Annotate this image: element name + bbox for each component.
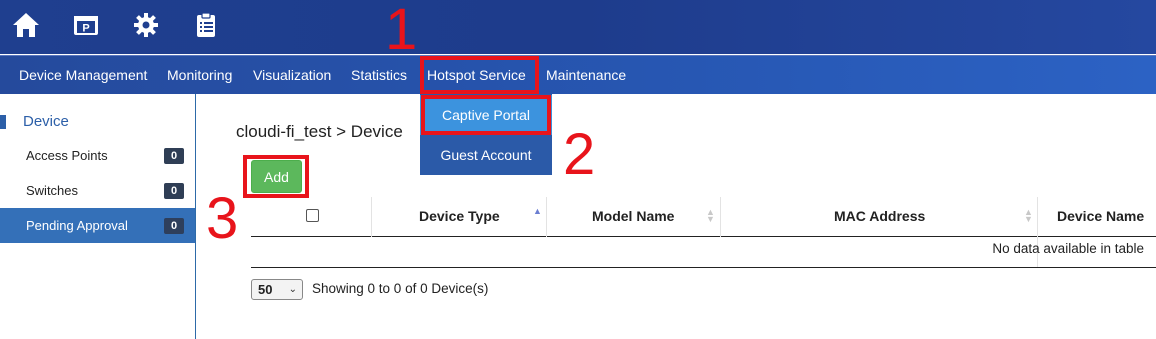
gear-icon[interactable] bbox=[131, 10, 161, 40]
sort-ascending-icon[interactable]: ▲ bbox=[533, 207, 542, 216]
count-badge: 0 bbox=[164, 148, 184, 164]
svg-text:P: P bbox=[82, 23, 89, 35]
column-divider bbox=[371, 197, 372, 237]
home-icon[interactable] bbox=[11, 10, 41, 40]
sidebar-item-switches[interactable]: Switches 0 bbox=[0, 173, 195, 208]
breadcrumb: cloudi-fi_test > Device bbox=[236, 122, 403, 141]
column-header-device-name[interactable]: Device Name bbox=[1057, 197, 1144, 237]
annotation-number-3: 3 bbox=[206, 186, 239, 251]
column-header-mac-address[interactable]: MAC Address bbox=[834, 197, 925, 237]
sidebar-item-pending-approval[interactable]: Pending Approval 0 bbox=[0, 208, 195, 243]
top-icon-bar: P bbox=[0, 0, 1156, 54]
select-all-checkbox[interactable] bbox=[306, 209, 319, 222]
count-badge: 0 bbox=[164, 218, 184, 234]
annotation-number-2: 2 bbox=[563, 122, 596, 187]
app-root: P Device Management Monitoring Visualiza… bbox=[0, 0, 1156, 339]
column-divider bbox=[1037, 197, 1038, 237]
sidebar-item-label: Switches bbox=[26, 183, 79, 198]
table-info: Showing 0 to 0 of 0 Device(s) bbox=[312, 281, 489, 296]
column-divider bbox=[546, 197, 547, 237]
table-empty-row: No data available in table bbox=[251, 237, 1156, 268]
clipboard-icon[interactable] bbox=[191, 10, 221, 40]
menu-item-guest-account[interactable]: Guest Account bbox=[420, 135, 552, 175]
nav-maintenance[interactable]: Maintenance bbox=[546, 56, 626, 95]
page-size-select[interactable]: 50 ⌄ bbox=[251, 279, 303, 300]
nav-device-management[interactable]: Device Management bbox=[19, 56, 147, 95]
nav-visualization[interactable]: Visualization bbox=[253, 56, 331, 95]
page-size-value: 50 bbox=[258, 282, 273, 297]
table-header: Device Type ▲ Model Name ▲ ▼ MAC Address … bbox=[251, 197, 1156, 237]
empty-table-message: No data available in table bbox=[992, 241, 1144, 256]
sidebar-item-access-points[interactable]: Access Points 0 bbox=[0, 138, 195, 173]
chevron-down-icon: ⌄ bbox=[288, 284, 297, 295]
column-header-device-type[interactable]: Device Type bbox=[419, 197, 500, 237]
annotation-number-1: 1 bbox=[385, 0, 418, 62]
annotation-box-1 bbox=[420, 56, 539, 94]
nav-monitoring[interactable]: Monitoring bbox=[167, 56, 232, 95]
sort-both-icon[interactable]: ▲ ▼ bbox=[706, 208, 715, 224]
column-header-model-name[interactable]: Model Name bbox=[592, 197, 674, 237]
parking-icon[interactable]: P bbox=[71, 10, 101, 40]
column-divider bbox=[720, 197, 721, 237]
sidebar-item-label: Access Points bbox=[26, 148, 108, 163]
count-badge: 0 bbox=[164, 183, 184, 199]
sidebar-heading[interactable]: Device bbox=[23, 113, 69, 130]
sidebar-heading-marker bbox=[0, 115, 6, 129]
main-nav: Device Management Monitoring Visualizati… bbox=[0, 55, 1156, 94]
sort-both-icon[interactable]: ▲ ▼ bbox=[1024, 208, 1033, 224]
annotation-box-2 bbox=[421, 95, 551, 135]
sidebar-item-label: Pending Approval bbox=[26, 218, 128, 233]
annotation-box-3 bbox=[243, 155, 309, 198]
